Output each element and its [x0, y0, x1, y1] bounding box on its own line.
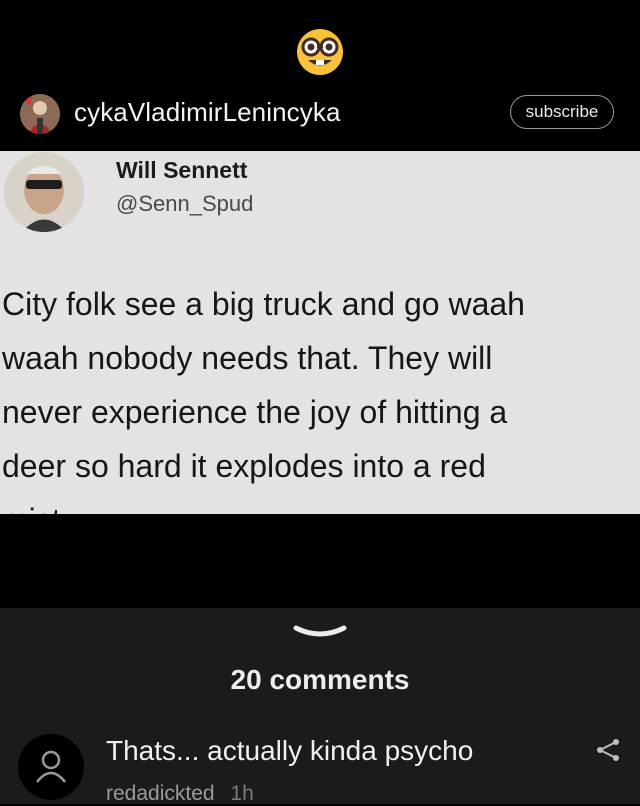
subscribe-button[interactable]: subscribe [510, 95, 614, 129]
nerd-face-emoji-icon [295, 27, 345, 77]
post-username[interactable]: cykaVladimirLenincyka [74, 97, 341, 128]
comment-author[interactable]: redadickted [106, 782, 215, 805]
commenter-avatar[interactable] [18, 734, 84, 800]
share-icon[interactable] [596, 738, 620, 767]
post-header: cykaVladimirLenincyka subscribe [0, 88, 640, 136]
tweet-text: City folk see a big truck and go waah wa… [2, 286, 525, 514]
tweet-screenshot: Will Sennett @Senn_Spud City folk see a … [0, 151, 640, 514]
tweet-author-name: Will Sennett [116, 157, 248, 183]
tweet-author-handle: @Senn_Spud [116, 191, 254, 216]
comments-count[interactable]: 20 comments [0, 664, 640, 696]
chevron-down-icon[interactable] [292, 622, 348, 649]
user-icon [36, 750, 66, 783]
user-avatar[interactable] [20, 94, 60, 134]
comment-meta: redadickted 1h [106, 782, 254, 806]
comment-text: Thats... actually kinda psycho [106, 735, 474, 766]
comment-time: 1h [230, 782, 254, 805]
tweet-author-avatar [4, 152, 84, 232]
